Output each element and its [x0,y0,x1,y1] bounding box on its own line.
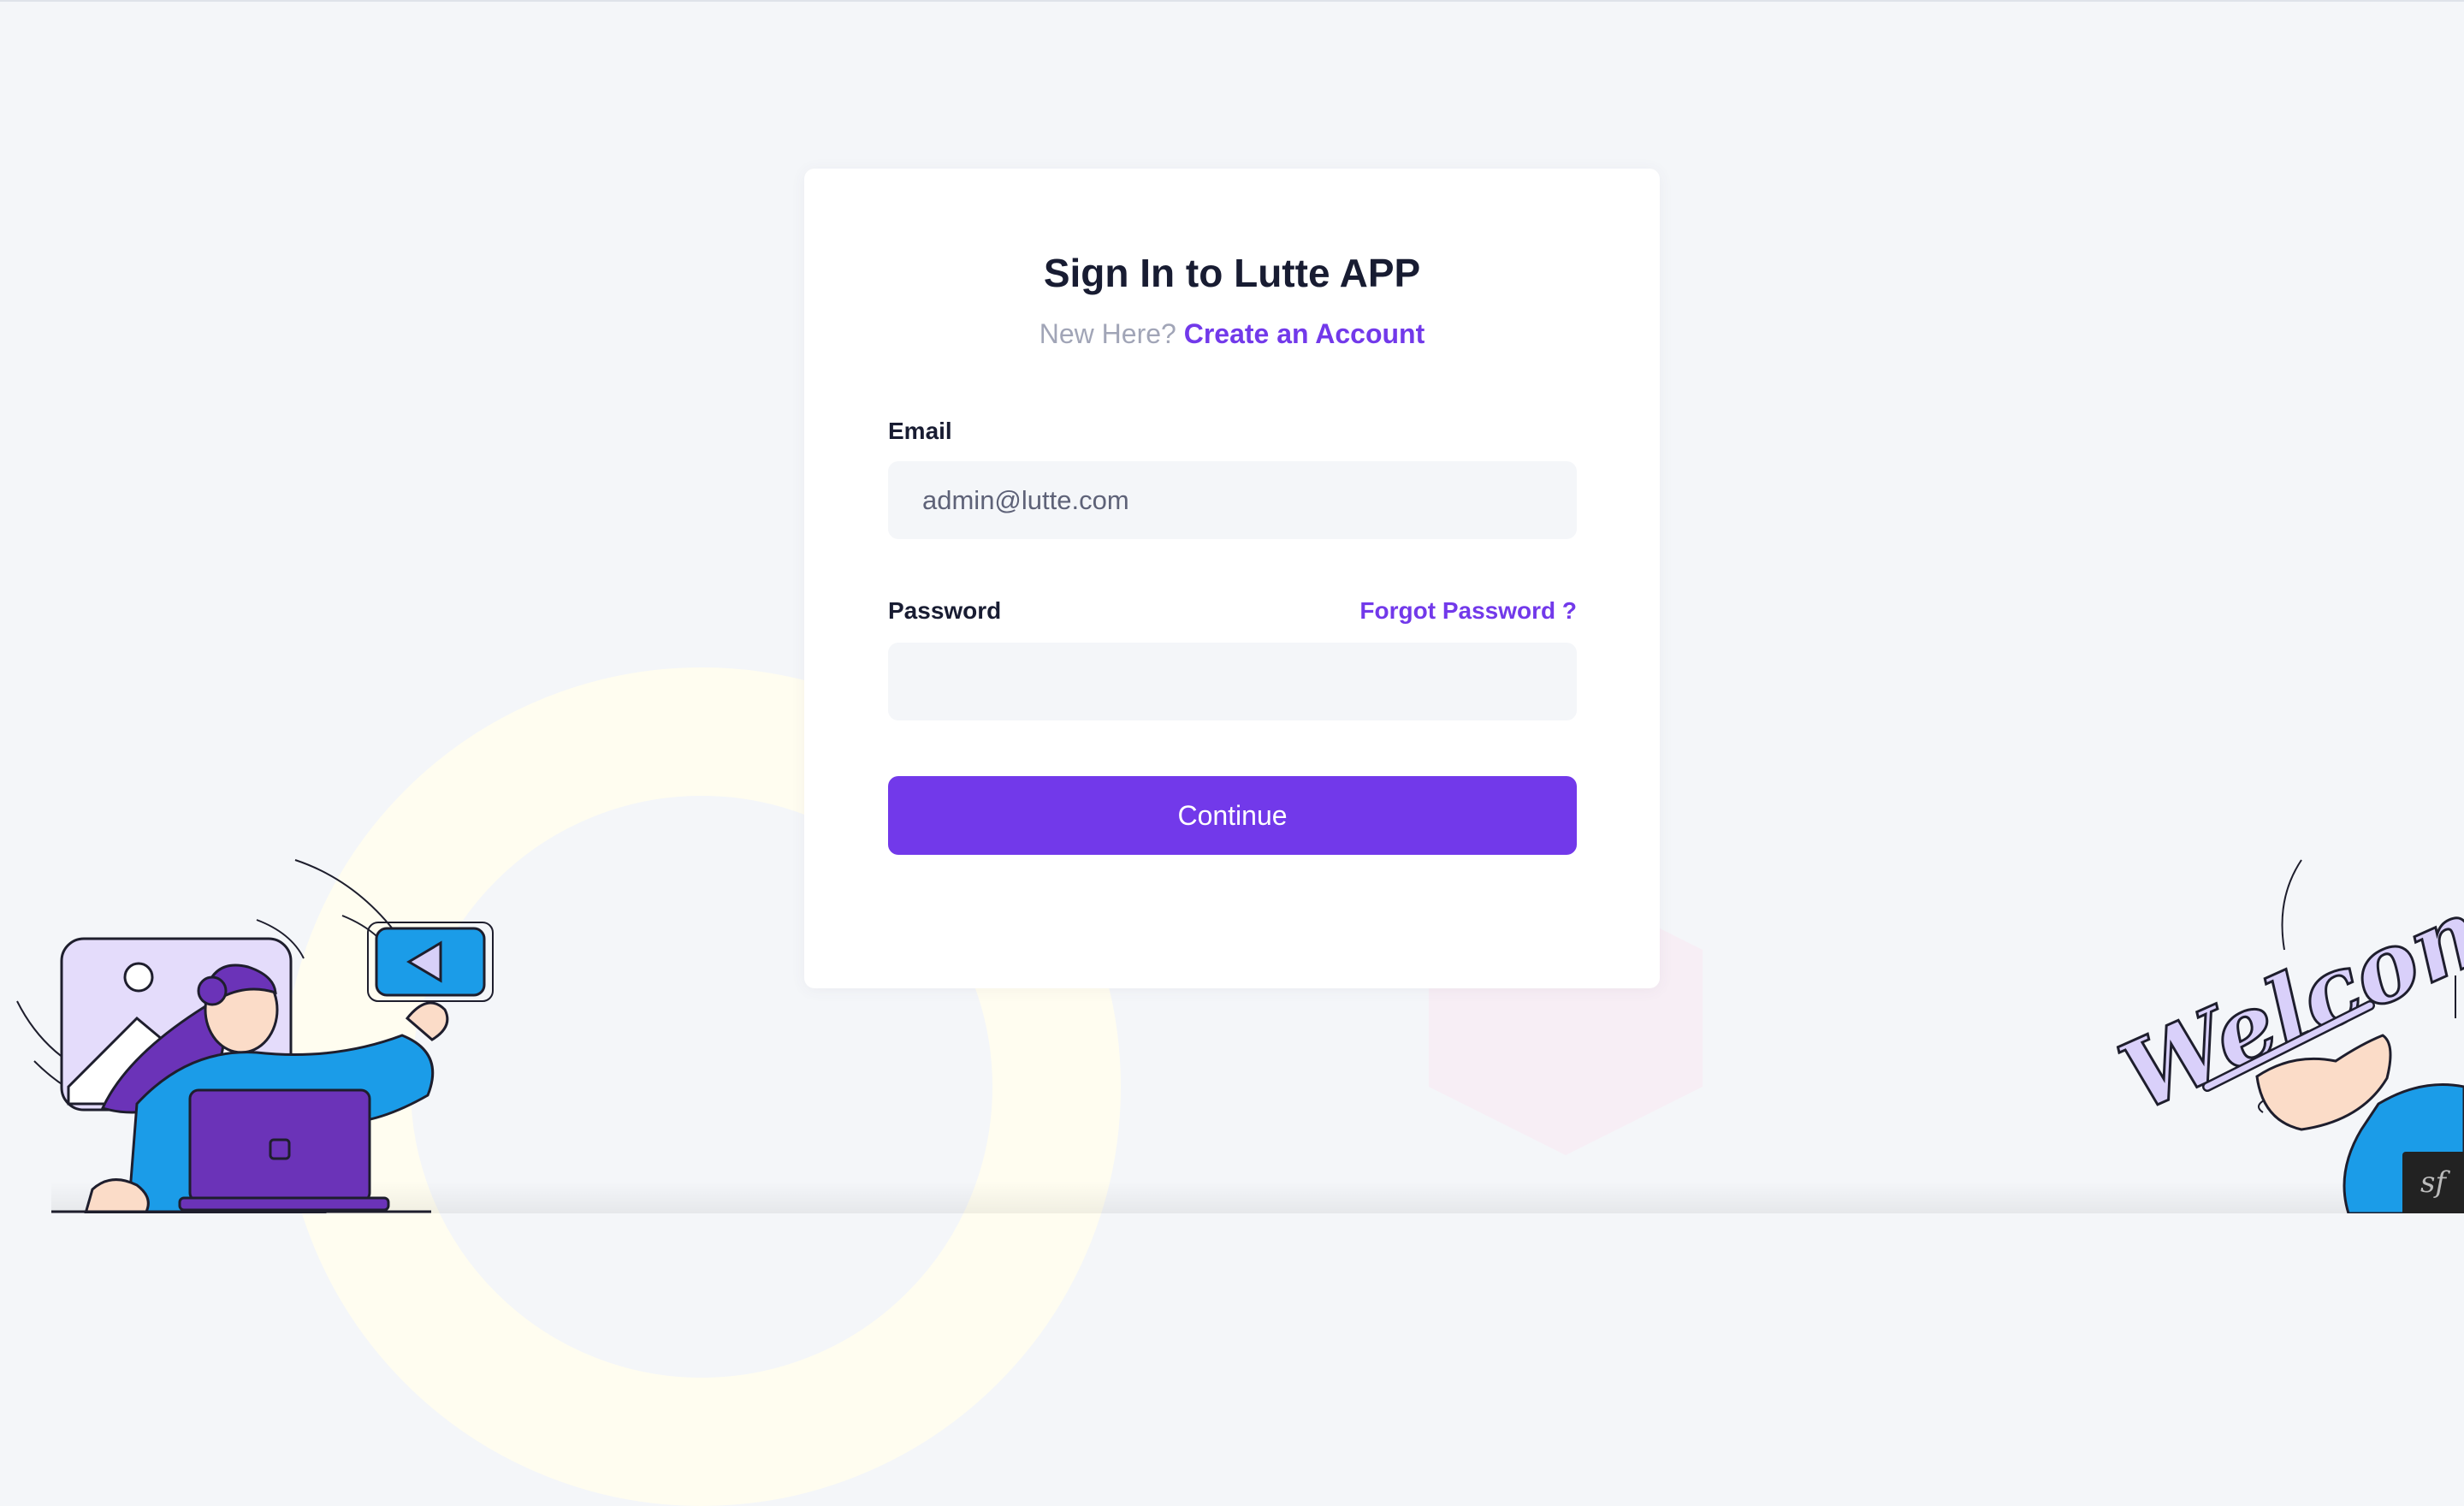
person-laptop-illustration [16,859,494,1213]
continue-button[interactable]: Continue [888,776,1577,855]
password-field[interactable] [888,643,1577,720]
page-title: Sign In to Lutte APP [1043,251,1421,295]
password-label: Password [888,597,1002,624]
signup-prompt: New Here? Create an Account [0,318,2464,350]
forgot-password-link[interactable]: Forgot Password ? [1283,597,1577,625]
create-account-link[interactable]: Create an Account [1184,318,1425,349]
email-field[interactable] [888,461,1577,539]
new-here-text: New Here? [1039,318,1176,349]
top-border [0,0,2464,2]
symfony-icon[interactable]: sf [2402,1152,2464,1213]
email-label: Email [888,418,952,444]
